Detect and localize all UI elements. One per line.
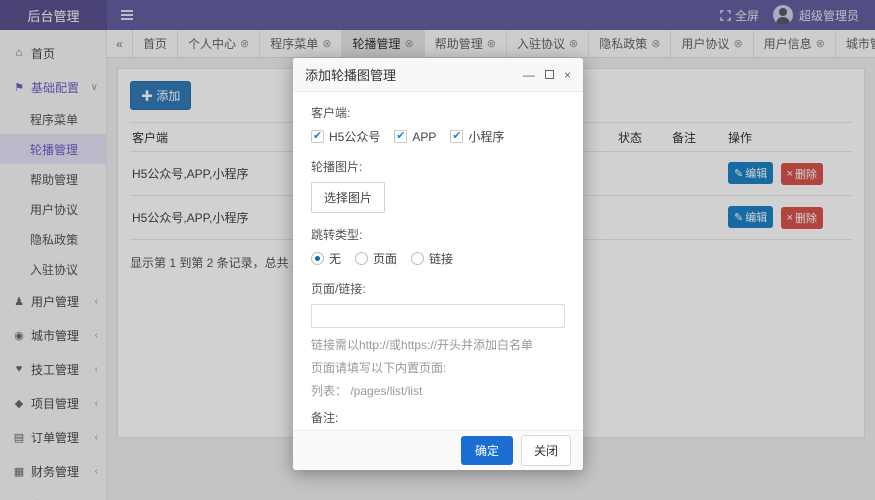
link-hint: 链接需以http://或https://开头并添加白名单 xyxy=(311,338,534,352)
radio-page[interactable]: 页面 xyxy=(355,250,397,267)
page-hint: 页面请填写以下内置页面: xyxy=(311,361,447,375)
minimize-icon[interactable]: — xyxy=(523,69,535,81)
checkbox-checked-icon: ✔ xyxy=(311,130,324,143)
radio-icon xyxy=(355,252,369,265)
radio-selected-icon xyxy=(311,252,324,265)
radio-none[interactable]: 无 xyxy=(311,250,341,267)
radio-link[interactable]: 链接 xyxy=(411,250,453,267)
page-link-input[interactable] xyxy=(311,304,565,328)
modal-title: 添加轮播图管理 xyxy=(305,68,397,83)
close-icon[interactable]: × xyxy=(564,69,571,81)
add-carousel-modal: 添加轮播图管理 — × 客户端: ✔ H5公众号 ✔ APP ✔ 小程序 轮播图… xyxy=(293,58,583,470)
client-label: 客户端: xyxy=(311,106,351,120)
jump-type-label: 跳转类型: xyxy=(311,228,363,242)
modal-body: 客户端: ✔ H5公众号 ✔ APP ✔ 小程序 轮播图片: 选择图片 跳转类型… xyxy=(293,92,583,430)
modal-footer: 确定 关闭 xyxy=(293,430,583,470)
modal-header: 添加轮播图管理 — × xyxy=(293,58,583,92)
checkbox-h5[interactable]: ✔ H5公众号 xyxy=(311,128,380,145)
checkbox-miniprogram[interactable]: ✔ 小程序 xyxy=(450,128,504,145)
list-path-hint: 列表： /pages/list/list xyxy=(311,384,423,398)
image-label: 轮播图片: xyxy=(311,160,363,174)
remark-label: 备注: xyxy=(311,411,339,425)
checkbox-app[interactable]: ✔ APP xyxy=(394,130,436,144)
choose-image-button[interactable]: 选择图片 xyxy=(311,182,386,213)
radio-icon xyxy=(411,252,425,265)
close-button[interactable]: 关闭 xyxy=(520,435,571,466)
page-link-label: 页面/链接: xyxy=(311,282,366,296)
maximize-icon[interactable] xyxy=(544,70,554,79)
confirm-button[interactable]: 确定 xyxy=(460,436,513,465)
checkbox-checked-icon: ✔ xyxy=(394,130,408,143)
checkbox-checked-icon: ✔ xyxy=(450,130,464,143)
